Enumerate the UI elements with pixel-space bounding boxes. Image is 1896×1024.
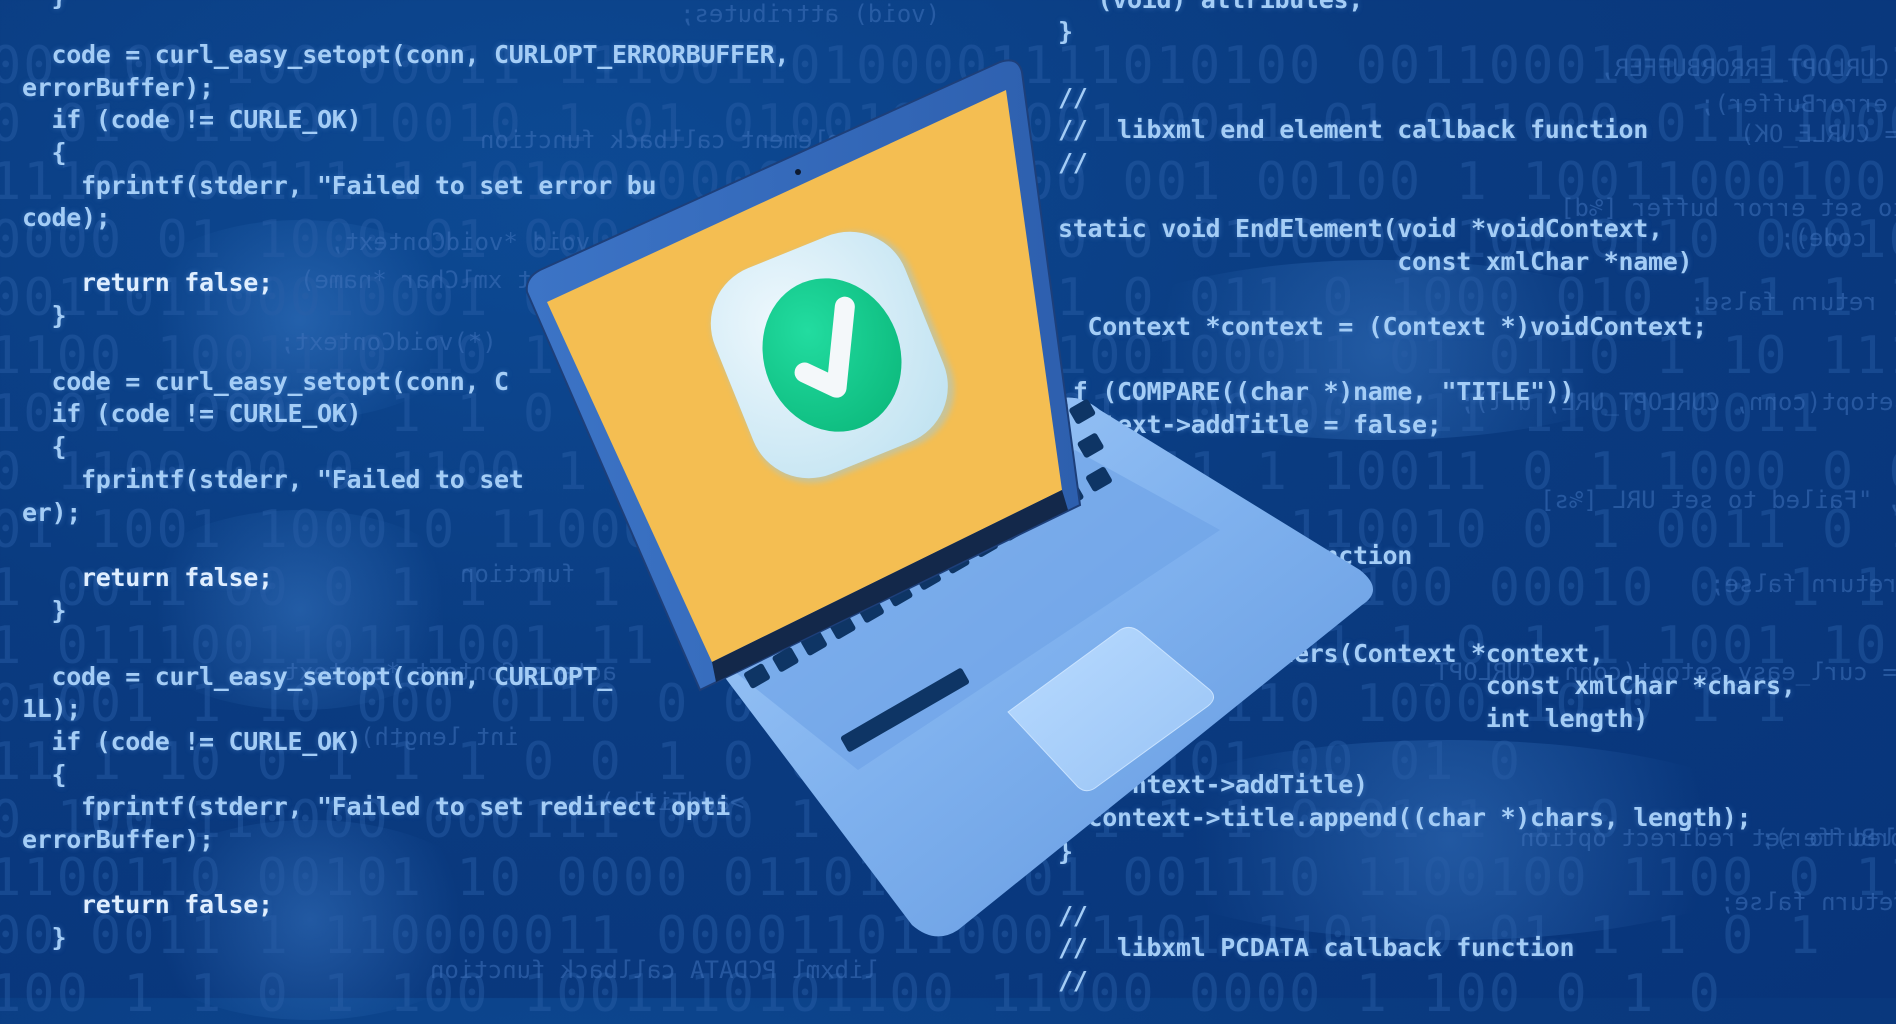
code-line: {: [22, 432, 67, 461]
code-line: (void) attributes;: [1068, 0, 1364, 14]
mirrored-code-line: return false;: [1710, 570, 1896, 598]
code-line: const xmlChar *chars,: [1058, 671, 1796, 700]
code-line: int length): [1058, 704, 1649, 733]
code-line: {: [22, 760, 67, 789]
binary-row: 1 0011 00 0 1 1 1 1 0000 111000 11 1 0 1…: [0, 558, 1889, 618]
code-line: {: [22, 138, 67, 167]
mirrored-code-line: void *voidContext,: [330, 228, 591, 256]
code-line: code = curl_easy_setopt(conn, CURLOPT_ER…: [22, 40, 790, 69]
mirrored-code-line: code);: [1780, 224, 1867, 252]
mirrored-code-line: (*)voidContext;: [280, 328, 497, 356]
code-line: code = curl_easy_setopt(conn, C: [22, 367, 510, 396]
code-line: }: [1058, 837, 1073, 866]
code-line: return false;: [22, 268, 273, 297]
code-line: //: [1058, 83, 1088, 112]
code-line: }: [22, 923, 67, 952]
mirrored-code-line: libxml PCDATA callback function: [430, 956, 878, 984]
code-line: // libxml end element callback function: [1058, 115, 1649, 144]
mirrored-code-line: const xmlChar *name): [300, 266, 589, 294]
code-line: return false;: [22, 890, 273, 919]
code-line: leCharacters(Context *context,: [1058, 639, 1604, 668]
code-line: if (code != CURLE_OK): [22, 399, 362, 428]
mirrored-code-line: return false;: [1690, 288, 1878, 316]
mirrored-code-line: (void) attributes;: [680, 0, 941, 28]
code-line: ntext->addTitle = false;: [1058, 410, 1442, 439]
code-line: code = curl_easy_setopt(conn, CURLOPT_: [22, 662, 613, 691]
mirrored-code-line: code = curl_easy_setopt(conn, CURLOPT_ER…: [1600, 54, 1889, 82]
code-line: //: [1058, 148, 1088, 177]
code-line: }: [1058, 17, 1073, 46]
code-line: }: [22, 301, 67, 330]
code-line: er);: [22, 498, 82, 527]
code-line: f (COMPARE((char *)name, "TITLE")): [1058, 377, 1575, 406]
code-line: Context *context = (Context *)voidContex…: [1058, 312, 1708, 341]
mirrored-code-line: errorBuffer);: [1760, 824, 1896, 852]
code-line: if (code != CURLE_OK): [22, 105, 362, 134]
code-line: const xmlChar *name): [1058, 247, 1693, 276]
code-line: 1L);: [22, 694, 82, 723]
code-line: static void EndElement(void *voidContext…: [1058, 214, 1663, 243]
code-line: fprintf(stderr, "Failed to set: [22, 465, 524, 494]
code-line: errorBuffer);: [22, 73, 214, 102]
code-line: }: [22, 0, 67, 11]
mirrored-code-line: function: [460, 560, 576, 588]
mirrored-code-line: return false;: [1720, 888, 1896, 916]
code-line: fprintf(stderr, "Failed to set error bu: [22, 171, 657, 200]
code-line: //: [1058, 901, 1088, 930]
code-line: }: [22, 596, 67, 625]
code-line: return false;: [22, 563, 273, 592]
code-line: // libxml PCDATA callback function: [1058, 933, 1575, 962]
binary-row: 1100110 00101 10 0000 01101110 01 001110…: [0, 848, 1896, 908]
code-line: fprintf(stderr, "Failed to set redirect …: [22, 792, 731, 821]
mirrored-code-line: fprintf(stderr, "Failed to set URL [%s]: [1540, 486, 1896, 514]
code-line: helper function: [1058, 541, 1413, 570]
mirrored-code-line: end element callback function: [480, 126, 900, 154]
mirrored-code-line: int length): [360, 723, 519, 751]
code-line: errorBuffer);: [22, 825, 214, 854]
code-line: (context->addTitle): [1058, 770, 1369, 799]
mirrored-code-line: errorBuffer);: [1700, 90, 1888, 118]
code-line: //: [1058, 966, 1088, 995]
code-line: context->title.append((char *)chars, len…: [1058, 803, 1752, 832]
code-line: if (code != CURLE_OK): [22, 727, 362, 756]
code-line: code);: [22, 203, 111, 232]
mirrored-code-line: if (code != CURLE_OK): [1740, 120, 1896, 148]
